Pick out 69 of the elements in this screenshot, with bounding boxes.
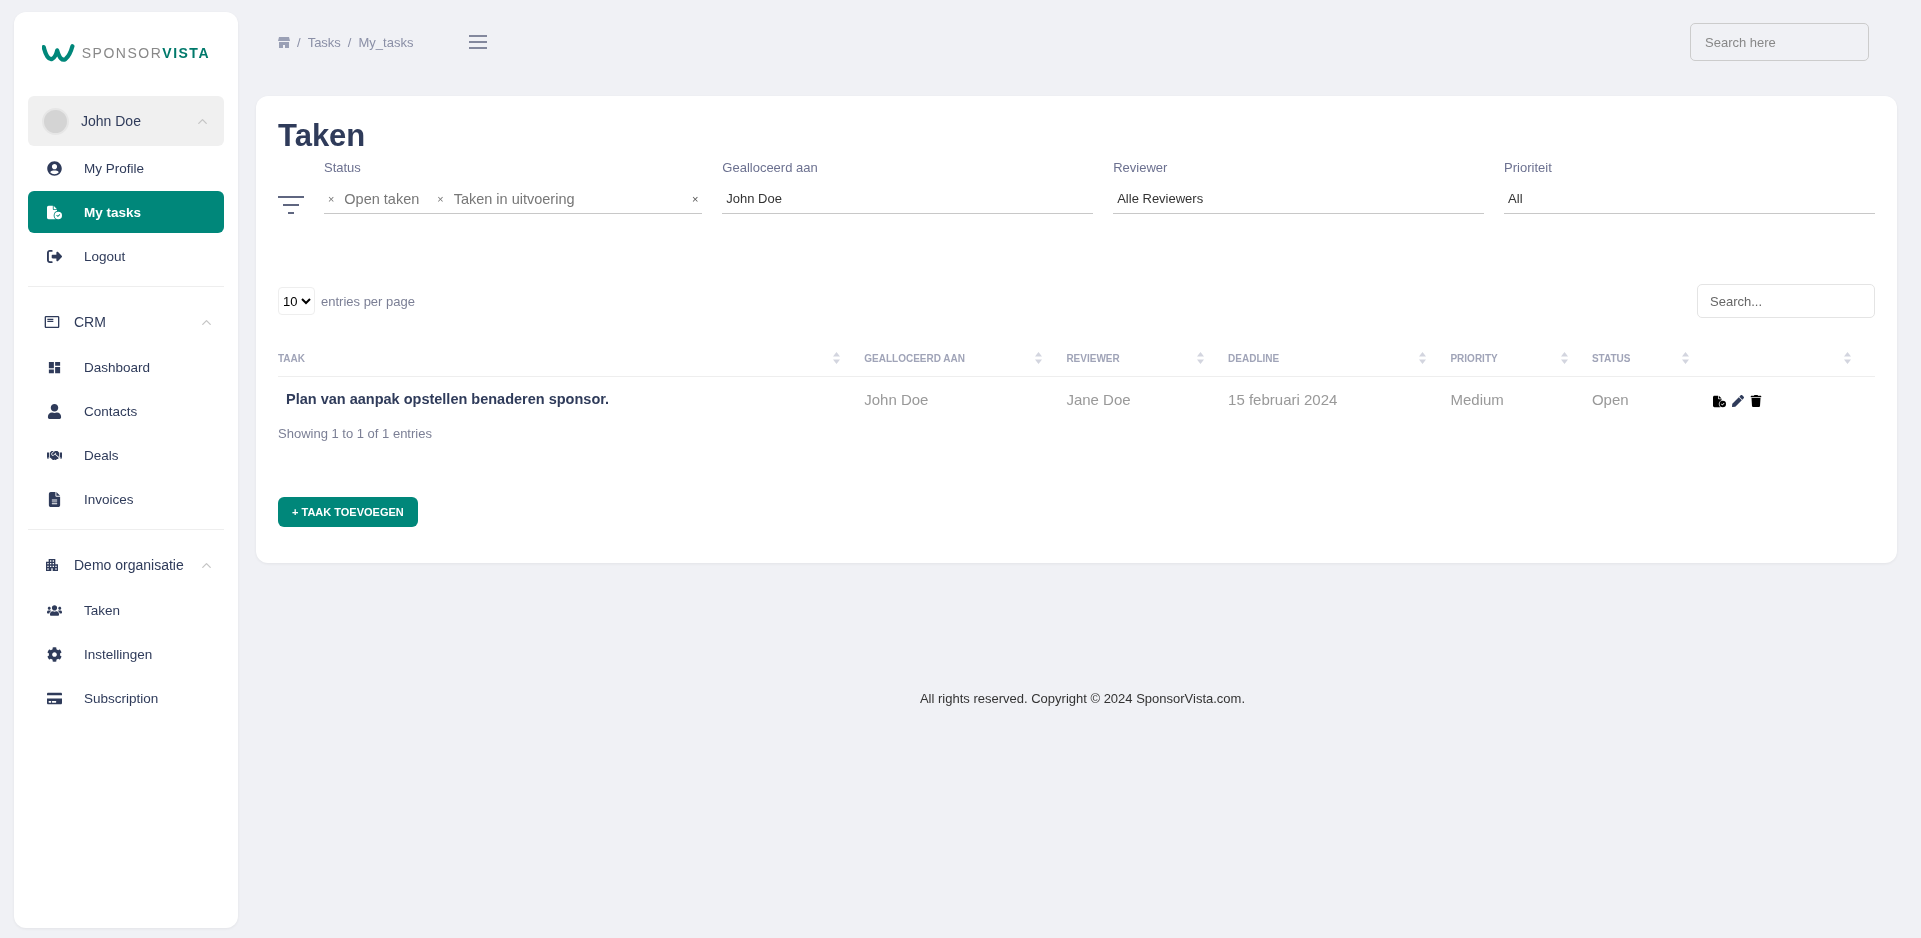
trash-icon[interactable] [1750,395,1763,408]
filter-select[interactable]: Alle Reviewers [1113,184,1485,214]
sort-arrows-icon[interactable] [1197,352,1205,364]
page-title: Taken [278,118,367,154]
sort-arrows-icon[interactable] [1560,352,1568,364]
sort-arrows-icon[interactable] [1419,352,1427,364]
clear-icon[interactable]: × [691,192,699,205]
search-field[interactable]: Search here [1690,23,1869,61]
selected-status-label: Taken in uitvoering [453,190,575,207]
sidebar-section[interactable]: Demo organisatie [28,542,224,588]
sidebar-item[interactable]: Dashboard [28,345,224,389]
table-cell: John Doe [864,376,1067,422]
filter-label: Prioriteit [1504,160,1553,175]
table-cell: 15 februari 2024 [1228,376,1451,422]
sidebar-section[interactable]: CRM [28,299,224,345]
sort-arrows-icon[interactable] [1844,352,1851,364]
home-icon[interactable] [278,36,290,48]
file-check-icon[interactable] [1713,395,1727,408]
filter-select[interactable]: All [1504,184,1875,214]
logo-text: SPONSORVISTA [81,45,210,61]
sidebar-item[interactable]: Invoices [28,477,224,521]
filter-label: Reviewer [1113,160,1169,175]
chip-remove[interactable]: × [437,192,444,205]
person-icon [46,403,62,419]
sidebar-item[interactable]: Instellingen [28,632,224,676]
avatar [42,107,69,135]
filter-label: Status [324,160,362,175]
menu-icon[interactable] [469,35,488,49]
settings-icon [46,646,62,662]
table-info: Showing 1 to 1 of 1 entries [278,426,433,441]
sort-arrows-icon[interactable] [833,352,841,364]
chip-remove[interactable]: × [328,192,335,205]
per-page-label: entries per page [321,293,415,309]
table-cell: Jane Doe [1066,376,1229,422]
credit-card-icon [46,690,62,706]
dashboard-icon [46,359,62,375]
breadcrumb-separator: / [347,34,352,50]
filter-label: Gealloceerd aan [722,160,819,175]
sidebar-item[interactable]: Taken [28,588,224,632]
pencil-icon[interactable] [1732,395,1745,408]
filter-select[interactable]: John Doe [722,184,1094,214]
user-name: John Doe [81,113,142,129]
footer-text: All rights reserved. Copyright © 2024 SponsorVista.com. [918,691,1247,706]
sort-arrows-icon[interactable] [1682,352,1690,364]
sidebar-item[interactable]: My Profile [28,146,224,190]
people-icon [46,602,62,618]
sidebar-item[interactable]: Logout [28,234,224,278]
task-title-cell: Plan van aanpak opstellen benaderen sponsor. [278,376,865,422]
table-cell: Open [1591,376,1714,422]
sort-arrows-icon[interactable] [1035,352,1043,364]
sidebar-item[interactable]: My tasks [28,191,224,233]
per-page-select[interactable]: 10 [278,287,315,315]
sidebar-item[interactable]: Deals [28,433,224,477]
section-title: Demo organisatie [74,557,185,573]
filter-select[interactable]: × Open taken × Taken in uitvoering × [324,184,703,214]
section-title: CRM [74,314,107,330]
document-icon [46,491,62,507]
add-task-button[interactable]: + TAAK TOEVOEGEN [278,497,418,527]
breadcrumb-separator: / [297,34,301,50]
table-cell: Medium [1450,376,1592,422]
logo-icon [42,42,76,64]
user-menu[interactable]: John Doe [28,96,224,146]
filter-icon[interactable] [278,196,304,214]
sidebar-item[interactable]: Subscription [28,676,224,720]
selected-status-label: Open taken [344,190,420,207]
sidebar-item[interactable]: Contacts [28,389,224,433]
table-search-field[interactable]: Search... [1697,284,1875,318]
logout-icon [46,248,62,264]
file-check-icon [46,204,62,220]
